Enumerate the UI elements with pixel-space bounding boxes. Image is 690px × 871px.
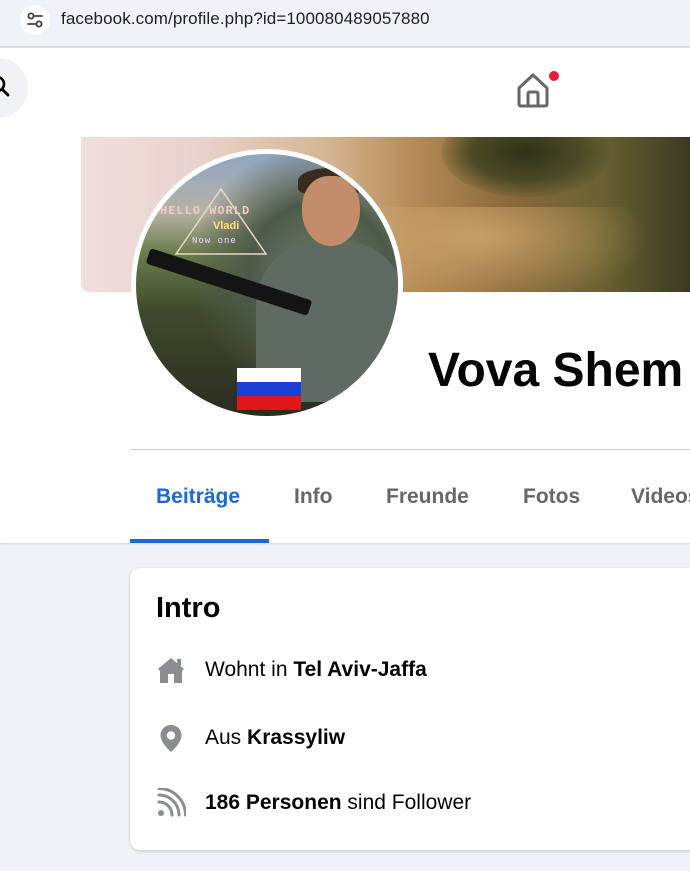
url-text[interactable]: facebook.com/profile.php?id=100080489057… — [61, 9, 430, 29]
intro-followers: 186 Personen sind Follower — [156, 785, 471, 821]
intro-followers-value[interactable]: 186 Personen — [205, 791, 342, 814]
intro-from: Aus Krassyliw — [156, 720, 345, 756]
tune-icon — [27, 12, 43, 28]
intro-card: Intro Wohnt in Tel Aviv-Jaffa Aus Krassy… — [130, 568, 690, 850]
avatar-overlay-subtext: Now one — [192, 236, 237, 246]
home-icon — [517, 73, 549, 108]
intro-title: Intro — [156, 592, 221, 624]
tab-label: Beiträge — [156, 484, 241, 508]
rss-icon — [156, 788, 186, 818]
browser-address-bar[interactable]: facebook.com/profile.php?id=100080489057… — [0, 0, 690, 40]
search-button[interactable] — [0, 58, 28, 118]
tab-fotos[interactable]: Fotos — [523, 450, 580, 543]
tab-label: Fotos — [523, 484, 581, 508]
tab-label: Freunde — [386, 484, 469, 508]
profile-name: Vova Shem — [428, 344, 684, 397]
notification-dot — [548, 70, 560, 82]
intro-lives-prefix: Wohnt in — [205, 658, 294, 681]
intro-lives-in: Wohnt in Tel Aviv-Jaffa — [156, 652, 427, 688]
profile-header: HELLO WORLD Vladi Now one Vova Shem Beit… — [0, 137, 690, 543]
avatar-overlay-text: HELLO WORLD — [160, 204, 251, 218]
top-navigation — [0, 48, 690, 137]
tab-freunde[interactable]: Freunde — [386, 450, 469, 543]
intro-from-prefix: Aus — [205, 726, 248, 749]
search-icon — [0, 76, 10, 97]
tab-label: Videos — [631, 484, 690, 508]
avatar-overlay-name: Vladi — [213, 220, 240, 232]
intro-followers-suffix: sind Follower — [341, 791, 472, 814]
home-icon — [156, 655, 186, 685]
tab-info[interactable]: Info — [294, 450, 332, 543]
active-tab-indicator — [130, 539, 269, 543]
tab-label: Info — [294, 484, 333, 508]
intro-from-value[interactable]: Krassyliw — [247, 726, 345, 749]
russian-flag-icon — [237, 368, 301, 410]
profile-tabs: Beiträge Info Freunde Fotos Videos — [130, 450, 690, 543]
profile-avatar[interactable]: HELLO WORLD Vladi Now one — [136, 154, 398, 416]
tab-videos[interactable]: Videos — [631, 450, 690, 543]
site-info-button[interactable] — [20, 5, 50, 35]
intro-lives-value[interactable]: Tel Aviv-Jaffa — [293, 658, 426, 681]
tab-beitraege[interactable]: Beiträge — [156, 450, 240, 543]
location-pin-icon — [156, 723, 186, 753]
